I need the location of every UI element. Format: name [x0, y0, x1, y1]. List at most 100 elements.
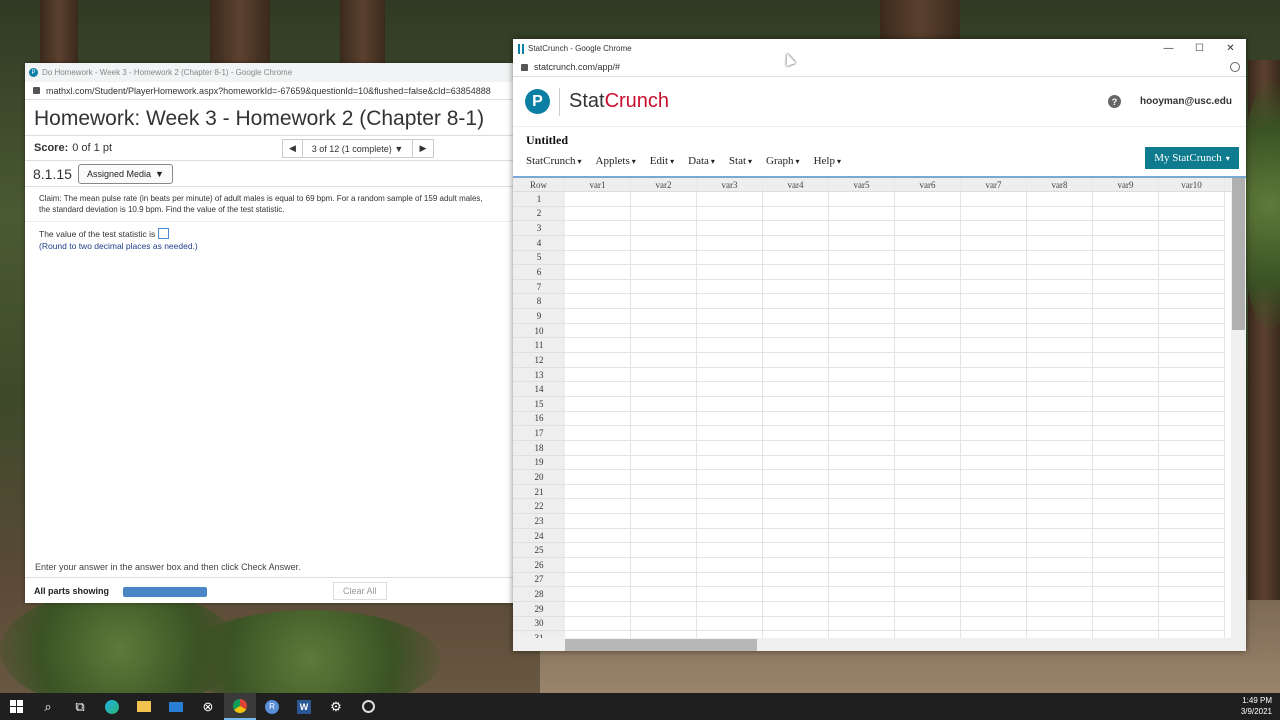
grid-cell[interactable] [763, 601, 829, 617]
grid-cell[interactable] [1027, 309, 1093, 324]
clear-all-button[interactable]: Clear All [333, 582, 387, 600]
grid-cell[interactable] [631, 221, 697, 236]
grid-cell[interactable] [1093, 367, 1159, 383]
grid-cell[interactable] [763, 323, 829, 339]
grid-cell[interactable] [895, 192, 961, 207]
xbox-icon[interactable]: ⊗ [192, 693, 224, 720]
grid-cell[interactable] [829, 514, 895, 529]
grid-cell[interactable] [1093, 587, 1159, 602]
grid-cell[interactable] [565, 514, 631, 529]
row-number[interactable]: 18 [513, 440, 565, 456]
grid-cell[interactable] [961, 543, 1027, 559]
grid-cell[interactable] [1027, 455, 1093, 471]
menu-stat[interactable]: Stat [729, 155, 752, 167]
grid-cell[interactable] [631, 367, 697, 383]
grid-cell[interactable] [1093, 382, 1159, 397]
grid-cell[interactable] [1159, 396, 1225, 412]
close-icon[interactable]: ✕ [1215, 39, 1246, 58]
grid-cell[interactable] [763, 235, 829, 251]
grid-cell[interactable] [895, 601, 961, 617]
grid-cell[interactable] [829, 426, 895, 441]
grid-cell[interactable] [895, 279, 961, 295]
grid-cell[interactable] [697, 514, 763, 529]
grid-cell[interactable] [961, 572, 1027, 588]
grid-cell[interactable] [1093, 543, 1159, 559]
grid-cell[interactable] [1027, 294, 1093, 310]
row-number[interactable]: 19 [513, 455, 565, 471]
grid-cell[interactable] [763, 192, 829, 207]
grid-cell[interactable] [631, 631, 697, 638]
row-number[interactable]: 11 [513, 338, 565, 354]
grid-cell[interactable] [1159, 616, 1225, 632]
grid-cell[interactable] [697, 353, 763, 368]
grid-cell[interactable] [1027, 499, 1093, 515]
grid-cell[interactable] [631, 192, 697, 207]
grid-cell[interactable] [763, 382, 829, 397]
grid-cell[interactable] [895, 221, 961, 236]
grid-cell[interactable] [1027, 192, 1093, 207]
grid-cell[interactable] [895, 528, 961, 544]
grid-cell[interactable] [565, 631, 631, 638]
grid-cell[interactable] [697, 294, 763, 310]
grid-cell[interactable] [565, 601, 631, 617]
grid-cell[interactable] [895, 543, 961, 559]
grid-cell[interactable] [1159, 484, 1225, 500]
grid-cell[interactable] [631, 235, 697, 251]
grid-cell[interactable] [895, 440, 961, 456]
grid-cell[interactable] [697, 426, 763, 441]
horizontal-scroll-thumb[interactable] [565, 639, 757, 651]
grid-cell[interactable] [1093, 396, 1159, 412]
grid-cell[interactable] [565, 221, 631, 236]
grid-cell[interactable] [1159, 543, 1225, 559]
grid-cell[interactable] [961, 294, 1027, 310]
grid-cell[interactable] [763, 499, 829, 515]
grid-cell[interactable] [763, 279, 829, 295]
grid-cell[interactable] [1093, 294, 1159, 310]
grid-cell[interactable] [1027, 616, 1093, 632]
homework-url[interactable]: mathxl.com/Student/PlayerHomework.aspx?h… [46, 86, 491, 96]
grid-cell[interactable] [829, 294, 895, 310]
grid-cell[interactable] [895, 338, 961, 354]
grid-cell[interactable] [763, 353, 829, 368]
grid-cell[interactable] [829, 265, 895, 280]
grid-cell[interactable] [697, 470, 763, 485]
grid-cell[interactable] [961, 367, 1027, 383]
grid-cell[interactable] [565, 279, 631, 295]
grid-cell[interactable] [1159, 309, 1225, 324]
grid-cell[interactable] [631, 587, 697, 602]
grid-cell[interactable] [961, 221, 1027, 236]
grid-cell[interactable] [1027, 440, 1093, 456]
grid-cell[interactable] [895, 455, 961, 471]
minimize-icon[interactable]: — [1153, 39, 1184, 58]
grid-cell[interactable] [565, 309, 631, 324]
row-number[interactable]: 1 [513, 192, 565, 207]
grid-cell[interactable] [631, 470, 697, 485]
grid-cell[interactable] [829, 250, 895, 266]
grid-cell[interactable] [565, 367, 631, 383]
grid-cell[interactable] [763, 426, 829, 441]
grid-cell[interactable] [631, 382, 697, 397]
grid-cell[interactable] [829, 353, 895, 368]
menu-statcrunch[interactable]: StatCrunch [526, 155, 582, 167]
grid-cell[interactable] [631, 528, 697, 544]
grid-cell[interactable] [1159, 279, 1225, 295]
grid-cell[interactable] [895, 558, 961, 573]
grid-cell[interactable] [565, 353, 631, 368]
grid-cell[interactable] [1159, 221, 1225, 236]
vertical-scroll-thumb[interactable] [1232, 178, 1245, 330]
row-number[interactable]: 3 [513, 221, 565, 236]
grid-cell[interactable] [961, 484, 1027, 500]
maximize-icon[interactable]: ☐ [1184, 39, 1215, 58]
grid-cell[interactable] [1093, 338, 1159, 354]
grid-cell[interactable] [829, 323, 895, 339]
grid-cell[interactable] [697, 396, 763, 412]
row-number[interactable]: 20 [513, 470, 565, 485]
column-header[interactable]: var1 [565, 178, 631, 191]
column-header[interactable]: var2 [631, 178, 697, 191]
grid-cell[interactable] [895, 470, 961, 485]
grid-cell[interactable] [565, 440, 631, 456]
grid-cell[interactable] [961, 265, 1027, 280]
grid-cell[interactable] [697, 323, 763, 339]
grid-cell[interactable] [961, 616, 1027, 632]
grid-cell[interactable] [763, 221, 829, 236]
